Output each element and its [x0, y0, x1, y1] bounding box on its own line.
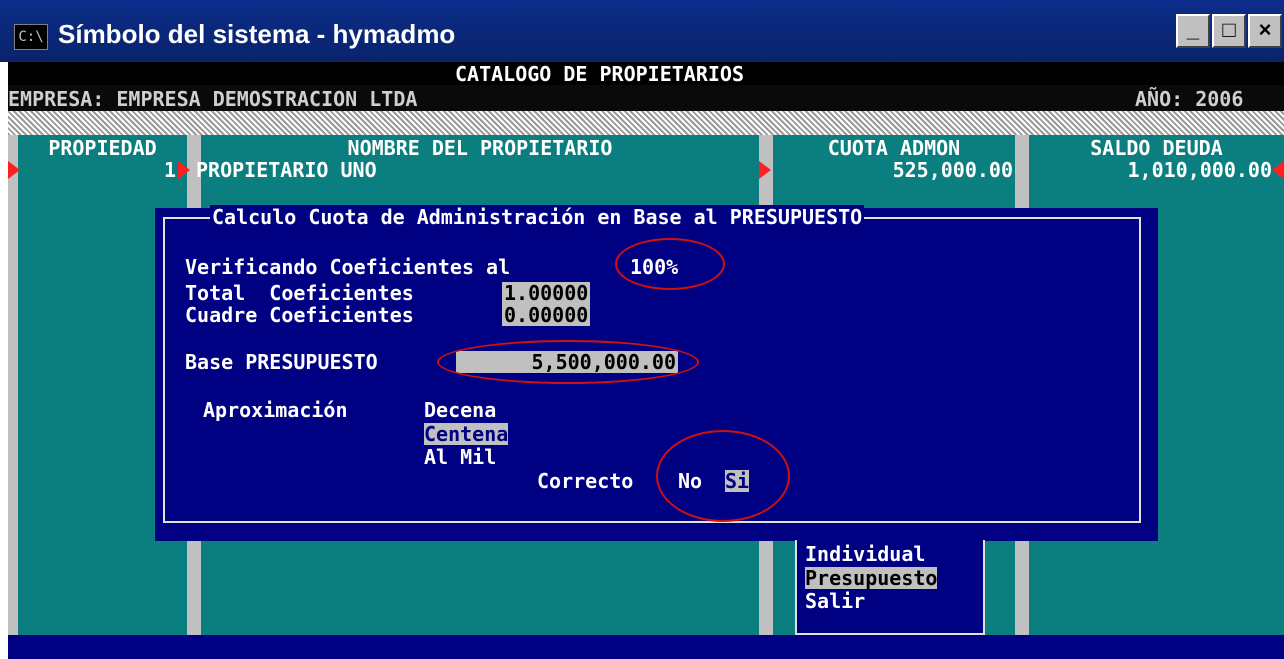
row-marker-right — [1272, 161, 1284, 179]
header-bar — [840, 63, 1284, 85]
verificando-label: Verificando Coeficientes al — [185, 255, 511, 279]
total-coeficientes-field[interactable]: 1.00000 — [502, 282, 591, 304]
row-marker — [178, 161, 190, 179]
total-coeficientes-label: Total Coeficientes — [185, 281, 414, 305]
menu-item-salir[interactable]: Salir — [805, 590, 865, 612]
menu-item-presupuesto[interactable]: Presupuesto — [805, 567, 938, 589]
column-header-propiedad: PROPIEDAD — [18, 137, 187, 159]
row-marker — [759, 161, 771, 179]
dither-separator — [8, 111, 1284, 135]
column-header-nombre: NOMBRE DEL PROPIETARIO — [201, 137, 759, 159]
table-cell-propiedad[interactable]: 1 — [18, 159, 176, 181]
annotation-circle — [615, 238, 725, 290]
aproximacion-label: Aproximación — [203, 398, 348, 422]
table-cell-nombre[interactable]: PROPIETARIO UNO — [196, 159, 377, 181]
anio-label: AÑO: 2006 — [1135, 87, 1244, 111]
dialog-title: Calculo Cuota de Administración en Base … — [210, 205, 865, 229]
annotation-circle — [656, 430, 790, 522]
aprox-option-centena[interactable]: Centena — [424, 423, 509, 445]
column-separator — [8, 135, 18, 635]
cuadre-coeficientes-field[interactable]: 0.00000 — [502, 304, 591, 326]
annotation-circle — [437, 340, 699, 384]
correcto-label: Correcto — [537, 469, 634, 493]
status-bar — [8, 635, 1284, 659]
base-presupuesto-label: Base PRESUPUESTO — [185, 350, 378, 374]
empresa-label: EMPRESA: EMPRESA DEMOSTRACION LTDA — [8, 87, 418, 111]
minimize-button[interactable]: _ — [1176, 14, 1210, 48]
column-header-cuota: CUOTA ADMON — [773, 137, 1015, 159]
catalog-title: CATALOGO DE PROPIETARIOS — [455, 62, 744, 86]
maximize-button[interactable]: □ — [1212, 14, 1246, 48]
aprox-option-al-mil[interactable]: Al Mil — [424, 446, 496, 468]
cuadre-coeficientes-label: Cuadre Coeficientes — [185, 303, 414, 327]
menu-item-individual[interactable]: Individual — [805, 543, 925, 565]
console-icon: C:\ — [14, 24, 48, 50]
aprox-option-decena[interactable]: Decena — [424, 399, 496, 421]
window-title: Símbolo del sistema - hymadmo — [58, 19, 456, 49]
table-cell-cuota[interactable]: 525,000.00 — [773, 159, 1013, 181]
table-cell-saldo[interactable]: 1,010,000.00 — [1029, 159, 1273, 181]
close-button[interactable]: × — [1248, 14, 1282, 48]
column-header-saldo: SALDO DEUDA — [1029, 137, 1284, 159]
